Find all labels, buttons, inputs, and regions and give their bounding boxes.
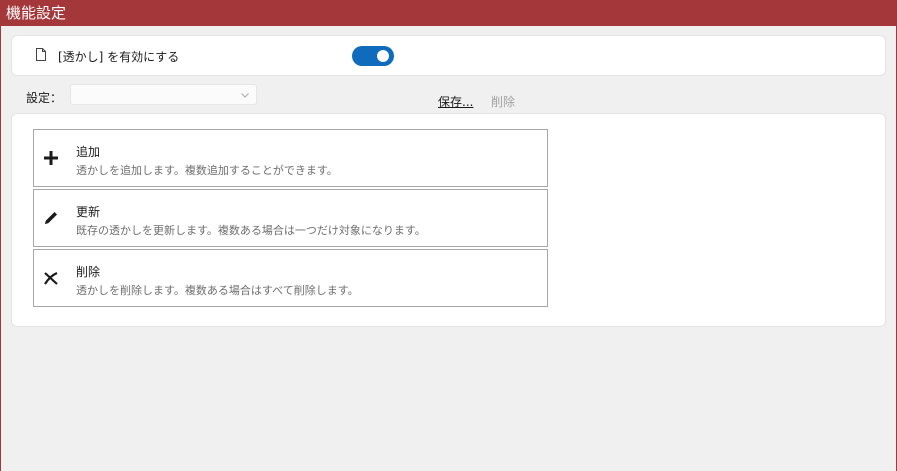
update-title: 更新 [76, 205, 101, 219]
x-icon [44, 271, 58, 285]
window-title-bar: 機能設定 [1, 0, 896, 26]
plus-icon [44, 151, 58, 165]
update-watermark-button[interactable]: 更新 既存の透かしを更新します。複数ある場合は一つだけ対象になります。 [33, 189, 548, 247]
enable-watermark-label: [透かし] を有効にする [58, 50, 180, 64]
add-description: 透かしを追加します。複数追加することができます。 [76, 164, 338, 177]
delete-link: 削除 [491, 95, 516, 109]
pencil-icon [45, 212, 57, 224]
enable-watermark-card: [透かし] を有効にする [11, 35, 886, 76]
toggle-knob [377, 50, 389, 62]
add-title: 追加 [76, 145, 101, 159]
actions-card: 追加 透かしを追加します。複数追加することができます。 更新 既存の透かしを更新… [11, 113, 886, 327]
delete-title: 削除 [76, 265, 101, 279]
window-title: 機能設定 [6, 4, 67, 22]
settings-select[interactable] [70, 84, 257, 105]
update-description: 既存の透かしを更新します。複数ある場合は一つだけ対象になります。 [76, 224, 426, 237]
save-link[interactable]: 保存... [438, 93, 473, 110]
chevron-down-icon [241, 93, 249, 98]
document-icon [36, 48, 46, 61]
add-watermark-button[interactable]: 追加 透かしを追加します。複数追加することができます。 [33, 129, 548, 187]
enable-watermark-toggle[interactable] [352, 46, 394, 66]
delete-description: 透かしを削除します。複数ある場合はすべて削除します。 [76, 284, 359, 297]
delete-watermark-button[interactable]: 削除 透かしを削除します。複数ある場合はすべて削除します。 [33, 249, 548, 307]
settings-label: 設定： [26, 91, 63, 105]
